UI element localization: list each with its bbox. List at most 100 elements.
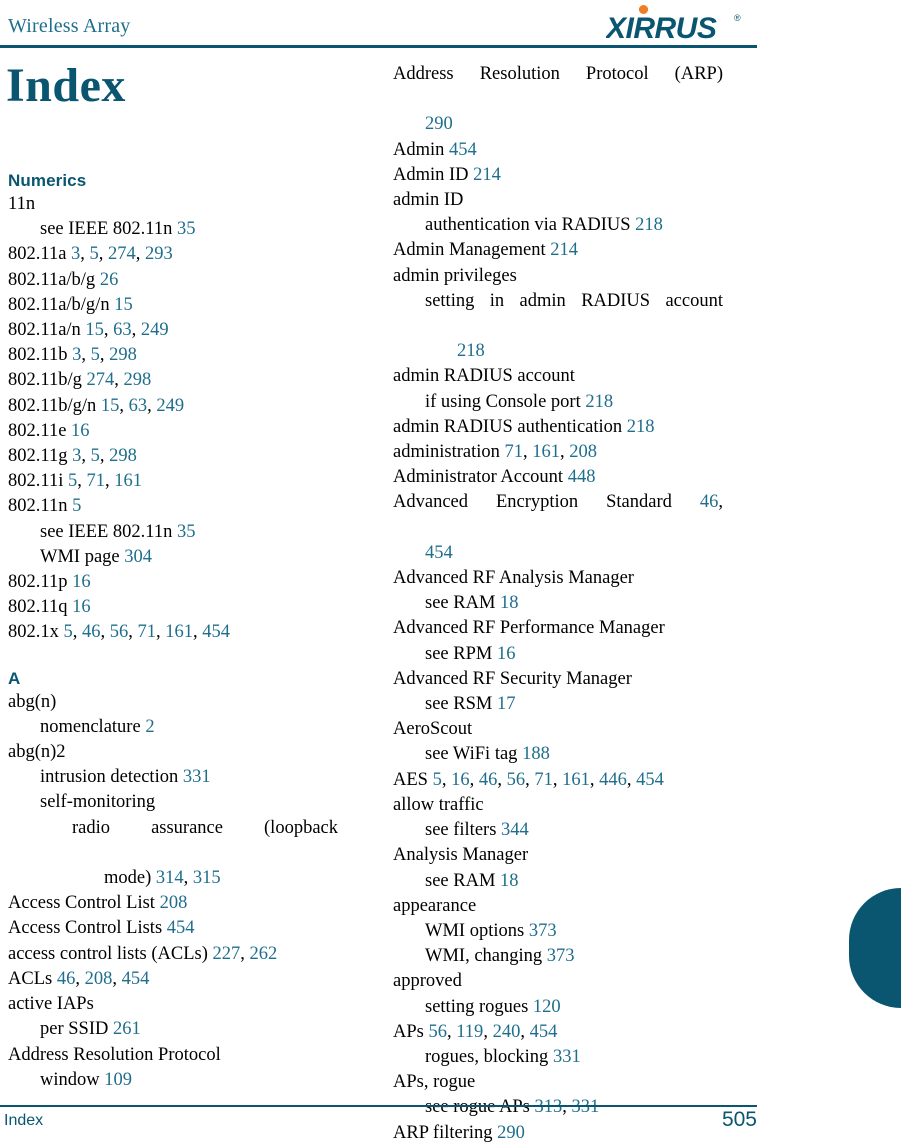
index-page-link[interactable]: 274 <box>86 370 114 390</box>
index-page-link[interactable]: 46 <box>700 492 719 512</box>
index-entry: active IAPs <box>8 992 338 1017</box>
index-page-link[interactable]: 15 <box>85 320 104 340</box>
index-page-link[interactable]: 5 <box>90 244 99 264</box>
index-page-link[interactable]: 298 <box>109 446 137 466</box>
index-page-link[interactable]: 56 <box>110 622 129 642</box>
index-page-link[interactable]: 16 <box>72 597 91 617</box>
index-page-link[interactable]: 63 <box>129 396 148 416</box>
index-page-link[interactable]: 3 <box>72 446 81 466</box>
index-page-link[interactable]: 373 <box>529 921 557 941</box>
index-page-link[interactable]: 298 <box>109 345 137 365</box>
index-page-link[interactable]: 15 <box>114 295 133 315</box>
index-page-link[interactable]: 120 <box>533 997 561 1017</box>
index-page-link[interactable]: 3 <box>71 244 80 264</box>
index-page-link[interactable]: 373 <box>547 946 575 966</box>
index-entry-term: 802.11n <box>8 496 68 517</box>
index-page-link[interactable]: 16 <box>451 770 470 790</box>
index-page-link[interactable]: 26 <box>100 270 119 290</box>
index-page-link[interactable]: 18 <box>500 871 519 891</box>
index-page-link[interactable]: 16 <box>71 421 90 441</box>
index-page-link[interactable]: 446 <box>599 770 627 790</box>
index-entry: APs 56, 119, 240, 454 <box>393 1021 558 1042</box>
index-page-link[interactable]: 18 <box>500 593 519 613</box>
index-page-link[interactable]: 454 <box>425 543 453 563</box>
index-page-link[interactable]: 315 <box>193 868 221 888</box>
index-page-link[interactable]: 313 <box>534 1097 562 1117</box>
index-page-link[interactable]: 454 <box>636 770 664 790</box>
index-page-link[interactable]: 214 <box>550 240 578 260</box>
index-page-link[interactable]: 46 <box>82 622 101 642</box>
index-page-link[interactable]: 208 <box>160 893 188 913</box>
index-page-link[interactable]: 331 <box>553 1047 581 1067</box>
index-page-link[interactable]: 249 <box>141 320 169 340</box>
index-page-link[interactable]: 218 <box>627 417 655 437</box>
index-page-link[interactable]: 262 <box>250 944 278 964</box>
index-entry: 802.11i 5, 71, 161 <box>8 471 142 492</box>
index-page-link[interactable]: 35 <box>177 219 196 239</box>
index-page-link[interactable]: 56 <box>507 770 526 790</box>
index-page-link[interactable]: 16 <box>72 572 91 592</box>
index-page-link[interactable]: 71 <box>505 442 524 462</box>
index-page-link[interactable]: 188 <box>522 744 550 764</box>
index-page-link[interactable]: 5 <box>68 471 77 491</box>
index-entry: see WiFi tag 188 <box>393 742 723 767</box>
index-page-link[interactable]: 71 <box>534 770 553 790</box>
index-page-link[interactable]: 161 <box>114 471 142 491</box>
index-entry-term: abg(n)2 <box>8 742 66 763</box>
index-page-link[interactable]: 290 <box>425 114 453 134</box>
index-page-link[interactable]: 249 <box>156 396 184 416</box>
index-entry-term: 802.11p <box>8 572 68 593</box>
index-page-link[interactable]: 274 <box>108 244 136 264</box>
index-page-link[interactable]: 71 <box>138 622 157 642</box>
index-entry-term: APs <box>393 1021 424 1042</box>
index-page-link[interactable]: 331 <box>183 767 211 787</box>
index-page-link[interactable]: 161 <box>532 442 560 462</box>
index-page-link[interactable]: 2 <box>145 717 154 737</box>
index-page-link[interactable]: 208 <box>85 969 113 989</box>
index-page-link[interactable]: 344 <box>501 820 529 840</box>
index-page-link[interactable]: 161 <box>165 622 193 642</box>
index-page-link[interactable]: 109 <box>104 1070 132 1090</box>
index-page-link[interactable]: 298 <box>123 370 151 390</box>
index-page-link[interactable]: 454 <box>530 1022 558 1042</box>
section-thumb-tab <box>849 888 901 1008</box>
index-page-link[interactable]: 71 <box>86 471 105 491</box>
index-page-link[interactable]: 35 <box>177 522 196 542</box>
index-page-link[interactable]: 314 <box>156 868 184 888</box>
index-page-link[interactable]: 240 <box>493 1022 521 1042</box>
index-page-link[interactable]: 454 <box>167 918 195 938</box>
index-page-link[interactable]: 208 <box>569 442 597 462</box>
index-page-link[interactable]: 161 <box>562 770 590 790</box>
index-page-link[interactable]: 331 <box>571 1097 599 1117</box>
index-page-link[interactable]: 3 <box>72 345 81 365</box>
index-page-link[interactable]: 261 <box>113 1019 141 1039</box>
index-entry-term: appearance <box>393 895 477 916</box>
index-page-link[interactable]: 63 <box>113 320 132 340</box>
index-entry: AES 5, 16, 46, 56, 71, 161, 446, 454 <box>393 769 664 790</box>
index-page-link[interactable]: 304 <box>124 547 152 567</box>
index-page-link[interactable]: 454 <box>202 622 230 642</box>
index-page-link[interactable]: 5 <box>433 770 442 790</box>
index-page-link[interactable]: 5 <box>91 446 100 466</box>
index-page-link[interactable]: 46 <box>57 969 76 989</box>
index-page-link[interactable]: 227 <box>213 944 241 964</box>
index-page-link[interactable]: 16 <box>497 644 516 664</box>
index-page-link[interactable]: 454 <box>449 140 477 160</box>
index-page-link[interactable]: 15 <box>101 396 120 416</box>
index-page-link[interactable]: 454 <box>122 969 150 989</box>
index-page-link[interactable]: 293 <box>145 244 173 264</box>
index-page-link[interactable]: 119 <box>456 1022 483 1042</box>
index-page-link[interactable]: 218 <box>585 392 613 412</box>
index-page-link[interactable]: 218 <box>457 341 485 361</box>
index-page-link[interactable]: 17 <box>497 694 516 714</box>
index-page-link[interactable]: 46 <box>479 770 498 790</box>
index-page-link[interactable]: 5 <box>72 496 81 516</box>
index-page-link[interactable]: 5 <box>64 622 73 642</box>
index-page-link[interactable]: 448 <box>568 467 596 487</box>
index-page-link[interactable]: 5 <box>91 345 100 365</box>
index-page-link[interactable]: 214 <box>473 165 501 185</box>
index-page-link[interactable]: 56 <box>428 1022 447 1042</box>
index-page-link[interactable]: 218 <box>635 215 663 235</box>
index-entry: admin ID <box>393 188 723 213</box>
page-header: Wireless Array XIRRUS ® <box>0 0 901 56</box>
